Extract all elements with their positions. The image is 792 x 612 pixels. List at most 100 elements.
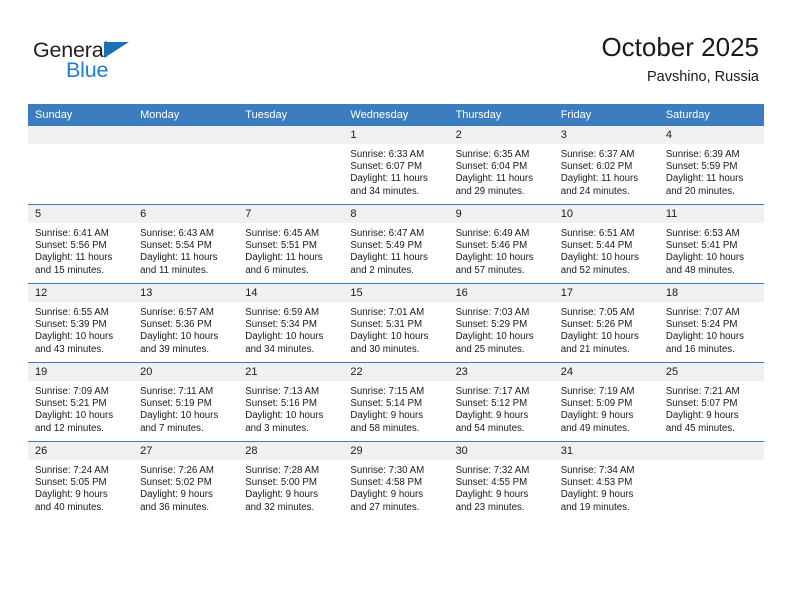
daylight-duration-line1: Daylight: 10 hours	[665, 331, 744, 343]
daylight-duration-line1: Daylight: 9 hours	[350, 410, 424, 422]
calendar-day-cell[interactable]: 24 Sunrise: 7:19 AM Sunset: 5:09 PM Dayligh…	[553, 362, 659, 442]
day-number: 25	[658, 363, 764, 381]
day-number: 12	[28, 284, 134, 302]
calendar-day-cell[interactable]: 22 Sunrise: 7:15 AM Sunset: 5:14 PM Dayligh…	[343, 362, 449, 442]
daylight-duration-line2: and 29 minutes.	[455, 185, 525, 197]
day-number: 2	[448, 126, 554, 144]
daylight-duration-line2: and 3 minutes.	[245, 422, 309, 434]
sunset-time: Sunset: 5:56 PM	[35, 240, 107, 252]
calendar-day-cell[interactable]: 10 Sunrise: 6:51 AM Sunset: 5:44 PM Dayligh…	[553, 204, 659, 284]
calendar-day-cell[interactable]: 29 Sunrise: 7:30 AM Sunset: 4:58 PM Dayligh…	[343, 441, 449, 520]
day-details: Sunrise: 7:34 AM Sunset: 4:53 PM Daylight:…	[554, 460, 659, 514]
calendar-day-cell[interactable]: 26 Sunrise: 7:24 AM Sunset: 5:05 PM Dayligh…	[28, 441, 134, 520]
sunset-time: Sunset: 5:00 PM	[245, 477, 317, 489]
day-number	[238, 126, 344, 144]
sunrise-time: Sunrise: 6:33 AM	[350, 149, 425, 160]
calendar-day-cell-empty	[28, 126, 134, 205]
day-details: Sunrise: 6:55 AM Sunset: 5:39 PM Daylight:…	[28, 302, 133, 356]
calendar-day-cell[interactable]: 18 Sunrise: 7:07 AM Sunset: 5:24 PM Dayligh…	[658, 283, 764, 363]
daylight-duration-line2: and 6 minutes.	[245, 264, 309, 276]
calendar-day-cell[interactable]: 5 Sunrise: 6:41 AM Sunset: 5:56 PM Daylight…	[28, 204, 134, 284]
daylight-duration-line1: Daylight: 11 hours	[560, 173, 639, 185]
day-number: 29	[343, 442, 449, 460]
daylight-duration-line2: and 49 minutes.	[560, 422, 630, 434]
day-number	[658, 442, 764, 460]
calendar-day-cell[interactable]: 27 Sunrise: 7:26 AM Sunset: 5:02 PM Dayligh…	[133, 441, 239, 520]
day-number: 26	[28, 442, 134, 460]
calendar-day-cell[interactable]: 12 Sunrise: 6:55 AM Sunset: 5:39 PM Dayligh…	[28, 283, 134, 363]
day-number: 10	[553, 205, 659, 223]
daylight-duration-line2: and 52 minutes.	[560, 264, 630, 276]
calendar-week-row: 12 Sunrise: 6:55 AM Sunset: 5:39 PM Dayligh…	[28, 283, 764, 363]
sunset-time: Sunset: 5:21 PM	[35, 398, 107, 410]
calendar-day-cell[interactable]: 7 Sunrise: 6:45 AM Sunset: 5:51 PM Daylight…	[238, 204, 344, 284]
sunset-time: Sunset: 5:44 PM	[560, 240, 633, 252]
calendar-day-cell[interactable]: 3 Sunrise: 6:37 AM Sunset: 6:02 PM Daylight…	[553, 126, 659, 205]
calendar-day-cell[interactable]: 1 Sunrise: 6:33 AM Sunset: 6:07 PM Daylight…	[343, 126, 449, 205]
calendar-day-cell[interactable]: 9 Sunrise: 6:49 AM Sunset: 5:46 PM Daylight…	[448, 204, 554, 284]
sunrise-time: Sunrise: 7:26 AM	[140, 465, 214, 476]
sunset-time: Sunset: 6:07 PM	[350, 161, 423, 173]
calendar-day-cell[interactable]: 19 Sunrise: 7:09 AM Sunset: 5:21 PM Dayligh…	[28, 362, 134, 442]
calendar-day-cell[interactable]: 31 Sunrise: 7:34 AM Sunset: 4:53 PM Dayligh…	[553, 441, 659, 520]
calendar-day-cell[interactable]: 16 Sunrise: 7:03 AM Sunset: 5:29 PM Dayligh…	[448, 283, 554, 363]
daylight-duration-line2: and 34 minutes.	[350, 185, 420, 197]
sunrise-time: Sunrise: 7:03 AM	[455, 307, 530, 318]
sunrise-time: Sunrise: 7:17 AM	[455, 386, 530, 397]
month-calendar-table: Sunday Monday Tuesday Wednesday Thursday…	[28, 104, 764, 520]
sunrise-time: Sunrise: 7:05 AM	[560, 307, 635, 318]
daylight-duration-line1: Daylight: 11 hours	[245, 252, 323, 264]
sunset-time: Sunset: 5:46 PM	[455, 240, 528, 252]
day-details: Sunrise: 6:49 AM Sunset: 5:46 PM Daylight:…	[449, 223, 554, 277]
calendar-day-cell[interactable]: 25 Sunrise: 7:21 AM Sunset: 5:07 PM Dayligh…	[658, 362, 764, 442]
sunset-time: Sunset: 5:31 PM	[350, 319, 423, 331]
calendar-day-cell[interactable]: 20 Sunrise: 7:11 AM Sunset: 5:19 PM Dayligh…	[133, 362, 239, 442]
general-blue-logo[interactable]: General Blue	[33, 38, 163, 84]
daylight-duration-line2: and 16 minutes.	[665, 343, 735, 355]
day-number: 16	[448, 284, 554, 302]
sunrise-time: Sunrise: 6:55 AM	[35, 307, 109, 318]
weekday-header-monday: Monday	[133, 104, 239, 126]
calendar-day-cell[interactable]: 4 Sunrise: 6:39 AM Sunset: 5:59 PM Daylight…	[658, 126, 764, 205]
calendar-day-cell[interactable]: 14 Sunrise: 6:59 AM Sunset: 5:34 PM Dayligh…	[238, 283, 344, 363]
calendar-week-row: 26 Sunrise: 7:24 AM Sunset: 5:05 PM Dayligh…	[28, 441, 764, 520]
sunrise-time: Sunrise: 6:43 AM	[140, 228, 214, 239]
day-number: 22	[343, 363, 449, 381]
calendar-day-cell[interactable]: 8 Sunrise: 6:47 AM Sunset: 5:49 PM Daylight…	[343, 204, 449, 284]
day-details: Sunrise: 7:32 AM Sunset: 4:55 PM Daylight:…	[449, 460, 554, 514]
calendar-day-cell[interactable]: 15 Sunrise: 7:01 AM Sunset: 5:31 PM Dayligh…	[343, 283, 449, 363]
calendar-day-cell[interactable]: 30 Sunrise: 7:32 AM Sunset: 4:55 PM Dayligh…	[448, 441, 554, 520]
daylight-duration-line2: and 15 minutes.	[35, 264, 104, 276]
day-number: 28	[238, 442, 344, 460]
sunrise-time: Sunrise: 7:13 AM	[245, 386, 320, 397]
day-number: 17	[553, 284, 659, 302]
sunset-time: Sunset: 5:54 PM	[140, 240, 212, 252]
day-details: Sunrise: 7:11 AM Sunset: 5:19 PM Daylight:…	[133, 381, 238, 435]
calendar-day-cell[interactable]: 23 Sunrise: 7:17 AM Sunset: 5:12 PM Dayligh…	[448, 362, 554, 442]
sunset-time: Sunset: 4:53 PM	[560, 477, 633, 489]
day-details: Sunrise: 6:37 AM Sunset: 6:02 PM Daylight:…	[554, 144, 659, 198]
page-title: October 2025	[601, 32, 759, 62]
day-number: 27	[133, 442, 239, 460]
sunrise-time: Sunrise: 7:15 AM	[350, 386, 425, 397]
calendar-day-cell[interactable]: 6 Sunrise: 6:43 AM Sunset: 5:54 PM Daylight…	[133, 204, 239, 284]
day-details: Sunrise: 7:09 AM Sunset: 5:21 PM Daylight:…	[28, 381, 133, 435]
calendar-day-cell[interactable]: 17 Sunrise: 7:05 AM Sunset: 5:26 PM Dayligh…	[553, 283, 659, 363]
calendar-day-cell[interactable]: 2 Sunrise: 6:35 AM Sunset: 6:04 PM Daylight…	[448, 126, 554, 205]
calendar-day-cell[interactable]: 11 Sunrise: 6:53 AM Sunset: 5:41 PM Dayligh…	[658, 204, 764, 284]
daylight-duration-line2: and 58 minutes.	[350, 422, 420, 434]
calendar-day-cell[interactable]: 28 Sunrise: 7:28 AM Sunset: 5:00 PM Dayligh…	[238, 441, 344, 520]
sunrise-time: Sunrise: 7:32 AM	[455, 465, 530, 476]
sunrise-time: Sunrise: 7:11 AM	[140, 386, 214, 397]
calendar-day-cell[interactable]: 21 Sunrise: 7:13 AM Sunset: 5:16 PM Dayligh…	[238, 362, 344, 442]
weekday-header-sunday: Sunday	[28, 104, 134, 126]
daylight-duration-line1: Daylight: 9 hours	[560, 410, 634, 422]
daylight-duration-line2: and 7 minutes.	[140, 422, 204, 434]
calendar-day-cell[interactable]: 13 Sunrise: 6:57 AM Sunset: 5:36 PM Dayligh…	[133, 283, 239, 363]
daylight-duration-line1: Daylight: 9 hours	[350, 489, 424, 501]
daylight-duration-line2: and 48 minutes.	[665, 264, 735, 276]
day-details: Sunrise: 7:17 AM Sunset: 5:12 PM Daylight:…	[449, 381, 554, 435]
day-details: Sunrise: 6:47 AM Sunset: 5:49 PM Daylight:…	[343, 223, 448, 277]
daylight-duration-line2: and 2 minutes.	[350, 264, 414, 276]
daylight-duration-line2: and 54 minutes.	[455, 422, 525, 434]
